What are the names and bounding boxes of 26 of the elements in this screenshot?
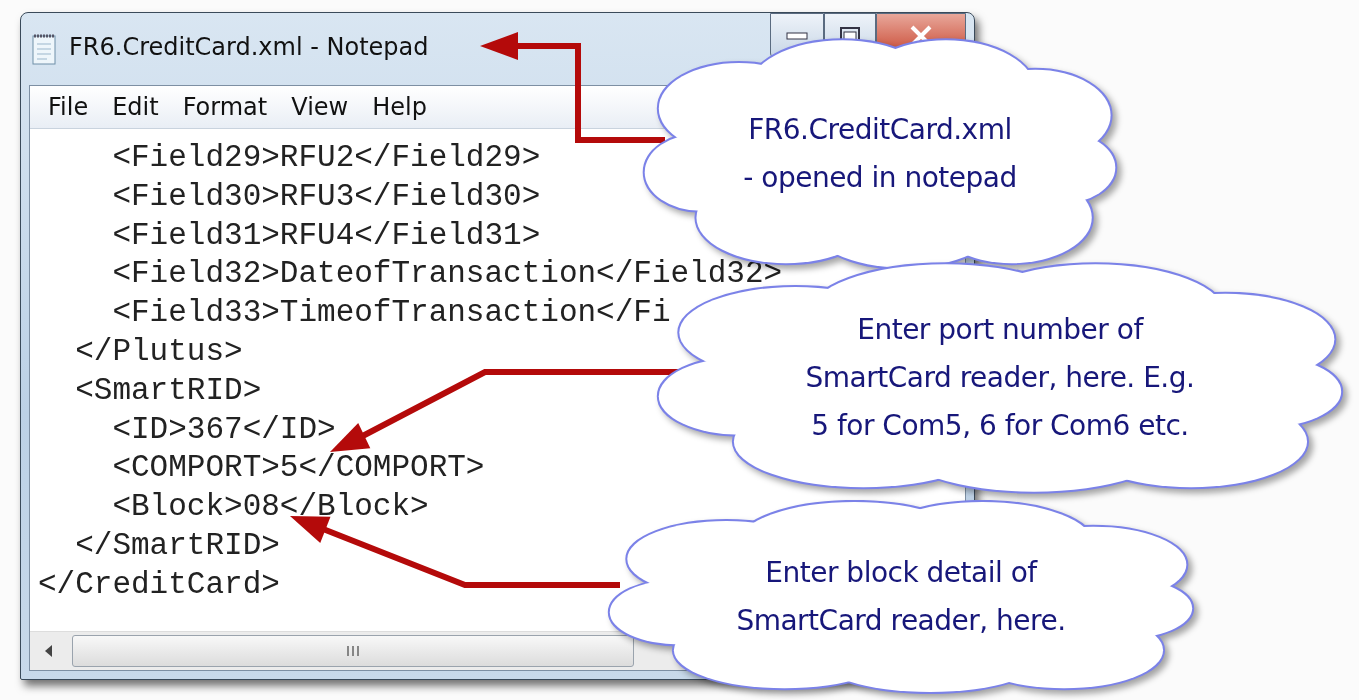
code-line: </Plutus>: [74, 333, 243, 371]
scroll-left-icon[interactable]: [43, 644, 53, 658]
window-title: FR6.CreditCard.xml - Notepad: [69, 33, 429, 61]
menu-item[interactable]: View: [279, 91, 361, 123]
tooltip-text: FR6.CreditCard.xml - opened in notepad: [743, 112, 1017, 196]
grip-icon: [345, 645, 361, 657]
code-line: <ID>367</ID>: [111, 410, 336, 449]
code-line: <Field31>RFU4</Field31>: [111, 216, 541, 255]
menu-item[interactable]: Format: [170, 91, 280, 123]
code-line: </SmartRID>: [74, 526, 280, 565]
tooltip-text: Enter block detail of SmartCard reader, here.: [736, 555, 1066, 639]
code-line: <SmartRID>: [74, 371, 262, 410]
code-line: <COMPORT>5</COMPORT>: [111, 449, 485, 488]
code-line: <Block>08</Block>: [111, 488, 429, 527]
code-line: <Field33>TimeofTransaction</Fi: [111, 294, 671, 333]
code-line: <Field29>RFU2</Field29>: [111, 139, 541, 177]
code-line: </CreditCard>: [38, 565, 280, 604]
tooltip-text: Enter port number of SmartCard reader, here. E.g. 5 for Com5, 6 for Com6 etc.: [805, 312, 1195, 444]
menu-item[interactable]: File: [36, 91, 101, 123]
scroll-thumb[interactable]: [72, 635, 634, 667]
menu-item[interactable]: Edit: [100, 91, 171, 123]
menu-item[interactable]: Help: [360, 91, 439, 123]
minimize-icon: [786, 32, 808, 40]
code-line: <Field30>RFU3</Field30>: [111, 177, 541, 216]
code-line: <Field32>DateofTransaction</Field32>: [111, 255, 783, 294]
notepad-icon: [31, 33, 57, 65]
